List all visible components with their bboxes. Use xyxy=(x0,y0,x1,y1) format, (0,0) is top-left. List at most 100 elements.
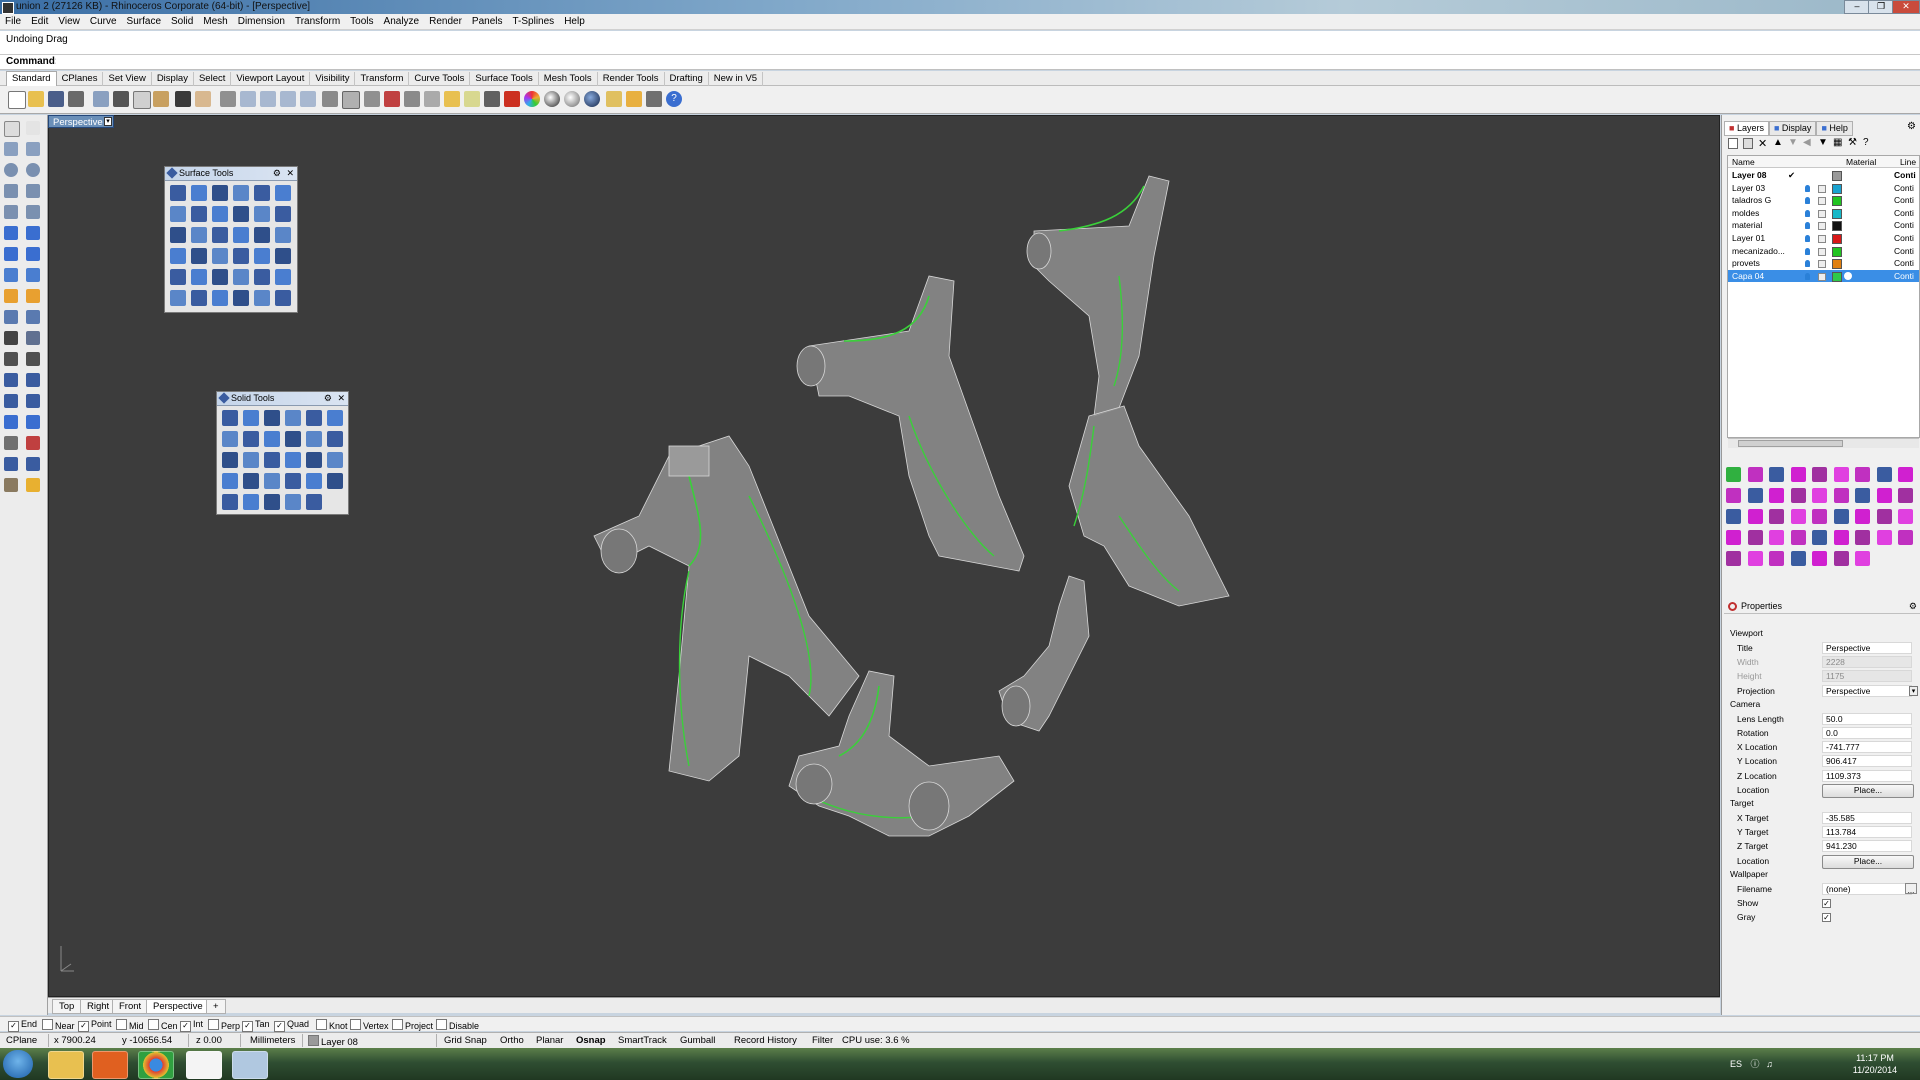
tool-icon[interactable] xyxy=(170,290,186,306)
snap-icon[interactable] xyxy=(444,91,460,107)
tool-icon[interactable] xyxy=(233,269,249,285)
layer-row[interactable]: material Conti xyxy=(1728,219,1919,232)
move-up-icon[interactable]: ▲ xyxy=(1773,137,1783,148)
layer-color-swatch[interactable] xyxy=(1832,234,1842,244)
tool-icon[interactable] xyxy=(264,473,280,489)
panel-options-gear-icon[interactable]: ⚙ xyxy=(1907,121,1916,132)
status-cplane[interactable]: CPlane xyxy=(6,1035,37,1046)
select-arrow-icon[interactable] xyxy=(4,121,20,137)
menu-surface[interactable]: Surface xyxy=(122,14,166,27)
filter-icon[interactable]: ▼ xyxy=(1818,137,1828,148)
tool-icon[interactable] xyxy=(170,248,186,264)
layer-color-swatch[interactable] xyxy=(1832,196,1842,207)
sun-icon[interactable] xyxy=(424,91,440,107)
wallpaper-show-checkbox[interactable]: ✓ xyxy=(1822,899,1831,908)
render-mesh-icon[interactable] xyxy=(4,478,18,492)
tab-new-in-v5[interactable]: New in V5 xyxy=(709,72,764,86)
tsplines-tool-icon[interactable] xyxy=(1769,509,1784,524)
maximize-button[interactable]: ❐ xyxy=(1868,0,1894,14)
layer-color-swatch[interactable] xyxy=(1832,183,1842,194)
dimension-icon[interactable] xyxy=(646,91,662,107)
layer-linetype[interactable]: Conti xyxy=(1894,232,1914,244)
tool-icon[interactable] xyxy=(170,206,186,222)
tab-help[interactable]: ■ Help xyxy=(1816,121,1853,136)
circle-icon[interactable] xyxy=(4,163,18,177)
tsplines-tool-icon[interactable] xyxy=(1747,530,1763,545)
polygon-icon[interactable] xyxy=(4,184,18,198)
tab-standard[interactable]: Standard xyxy=(6,71,57,86)
wallpaper-gray-checkbox[interactable]: ✓ xyxy=(1822,913,1831,923)
osnap-knot[interactable]: Knot xyxy=(316,1019,348,1031)
tsplines-tool-icon[interactable] xyxy=(1855,467,1870,482)
tool-icon[interactable] xyxy=(243,431,259,447)
menu-render[interactable]: Render xyxy=(424,14,467,27)
layer-row[interactable]: moldes Conti xyxy=(1728,207,1919,219)
column-material[interactable]: Material xyxy=(1846,157,1876,167)
tab-curve-tools[interactable]: Curve Tools xyxy=(409,72,471,86)
tsplines-tool-icon[interactable] xyxy=(1855,530,1870,545)
analyze-icon[interactable] xyxy=(26,436,40,450)
delete-layer-icon[interactable]: ✕ xyxy=(1758,137,1767,150)
tool-icon[interactable] xyxy=(243,452,259,468)
light-bulb-icon[interactable] xyxy=(1805,222,1810,230)
osnap-cen[interactable]: Cen xyxy=(148,1019,178,1031)
tool-icon[interactable] xyxy=(264,494,280,510)
open-file-icon[interactable] xyxy=(28,91,44,107)
tab-layers[interactable]: ■ Layers xyxy=(1724,121,1769,136)
prop-value[interactable]: 0.0 xyxy=(1822,727,1912,739)
light-bulb-icon[interactable] xyxy=(1805,184,1810,192)
tab-render-tools[interactable]: Render Tools xyxy=(598,72,665,86)
layer-linetype[interactable]: Conti xyxy=(1894,207,1914,219)
tool-icon[interactable] xyxy=(275,290,291,306)
tool-icon[interactable] xyxy=(285,494,301,510)
tsplines-tool-icon[interactable] xyxy=(1833,467,1849,482)
menu-edit[interactable]: Edit xyxy=(26,14,53,27)
select-icon[interactable] xyxy=(404,91,420,107)
tool-icon[interactable] xyxy=(243,473,259,489)
tool-icon[interactable] xyxy=(327,473,343,489)
lock-icon[interactable] xyxy=(484,91,500,107)
check-icon[interactable] xyxy=(26,457,40,471)
zoom-icon[interactable] xyxy=(240,91,256,107)
tool-icon[interactable] xyxy=(243,410,259,426)
tab-perspective[interactable]: Perspective xyxy=(146,999,210,1014)
windows-start-icon[interactable] xyxy=(3,1050,33,1078)
status-layer[interactable]: Layer 08 xyxy=(308,1035,358,1048)
save-icon[interactable] xyxy=(48,91,64,107)
annotation-icon[interactable] xyxy=(26,415,40,429)
tsplines-tool-icon[interactable] xyxy=(1790,530,1806,545)
extrude-icon[interactable] xyxy=(4,268,18,282)
tsplines-tool-icon[interactable] xyxy=(1726,509,1741,524)
tool-icon[interactable] xyxy=(264,452,280,468)
layer-icon[interactable] xyxy=(504,91,520,107)
place-button[interactable]: Place... xyxy=(1822,854,1914,869)
lighting-icon[interactable] xyxy=(606,91,622,107)
toggle-filter[interactable]: Filter xyxy=(812,1035,833,1046)
join-icon[interactable] xyxy=(4,310,18,324)
tool-icon[interactable] xyxy=(264,431,280,447)
solid-tools-header[interactable]: Solid Tools ⚙ ✕ xyxy=(217,392,348,406)
light-bulb-icon[interactable] xyxy=(1805,235,1810,242)
tool-icon[interactable] xyxy=(254,185,270,201)
import-icon[interactable] xyxy=(93,91,109,107)
tsplines-tool-icon[interactable] xyxy=(1833,509,1849,524)
light-bulb-icon[interactable] xyxy=(1805,260,1810,268)
ellipse-icon[interactable] xyxy=(26,163,40,177)
media-player-icon[interactable] xyxy=(92,1051,128,1079)
offset-icon[interactable] xyxy=(4,352,18,366)
tool-icon[interactable] xyxy=(285,473,301,489)
layer-name[interactable]: taladros G xyxy=(1732,194,1771,206)
palette-close-icon[interactable]: ✕ xyxy=(337,392,345,405)
menu-analyze[interactable]: Analyze xyxy=(379,14,425,27)
osnap-point[interactable]: ✓ Point xyxy=(78,1019,112,1032)
fillet-curve-icon[interactable] xyxy=(26,205,40,219)
tsplines-tool-icon[interactable] xyxy=(1769,551,1784,566)
osnap-perp[interactable]: Perp xyxy=(208,1019,240,1031)
tool-icon[interactable] xyxy=(222,410,238,426)
trim-icon[interactable] xyxy=(26,310,40,324)
prop-value[interactable]: 113.784 xyxy=(1822,826,1912,839)
light-bulb-icon[interactable] xyxy=(1805,209,1810,217)
zoom-extents-icon[interactable] xyxy=(280,91,296,107)
layer-color-swatch[interactable] xyxy=(1832,259,1842,270)
layer-help-icon[interactable]: ? xyxy=(1863,137,1869,148)
